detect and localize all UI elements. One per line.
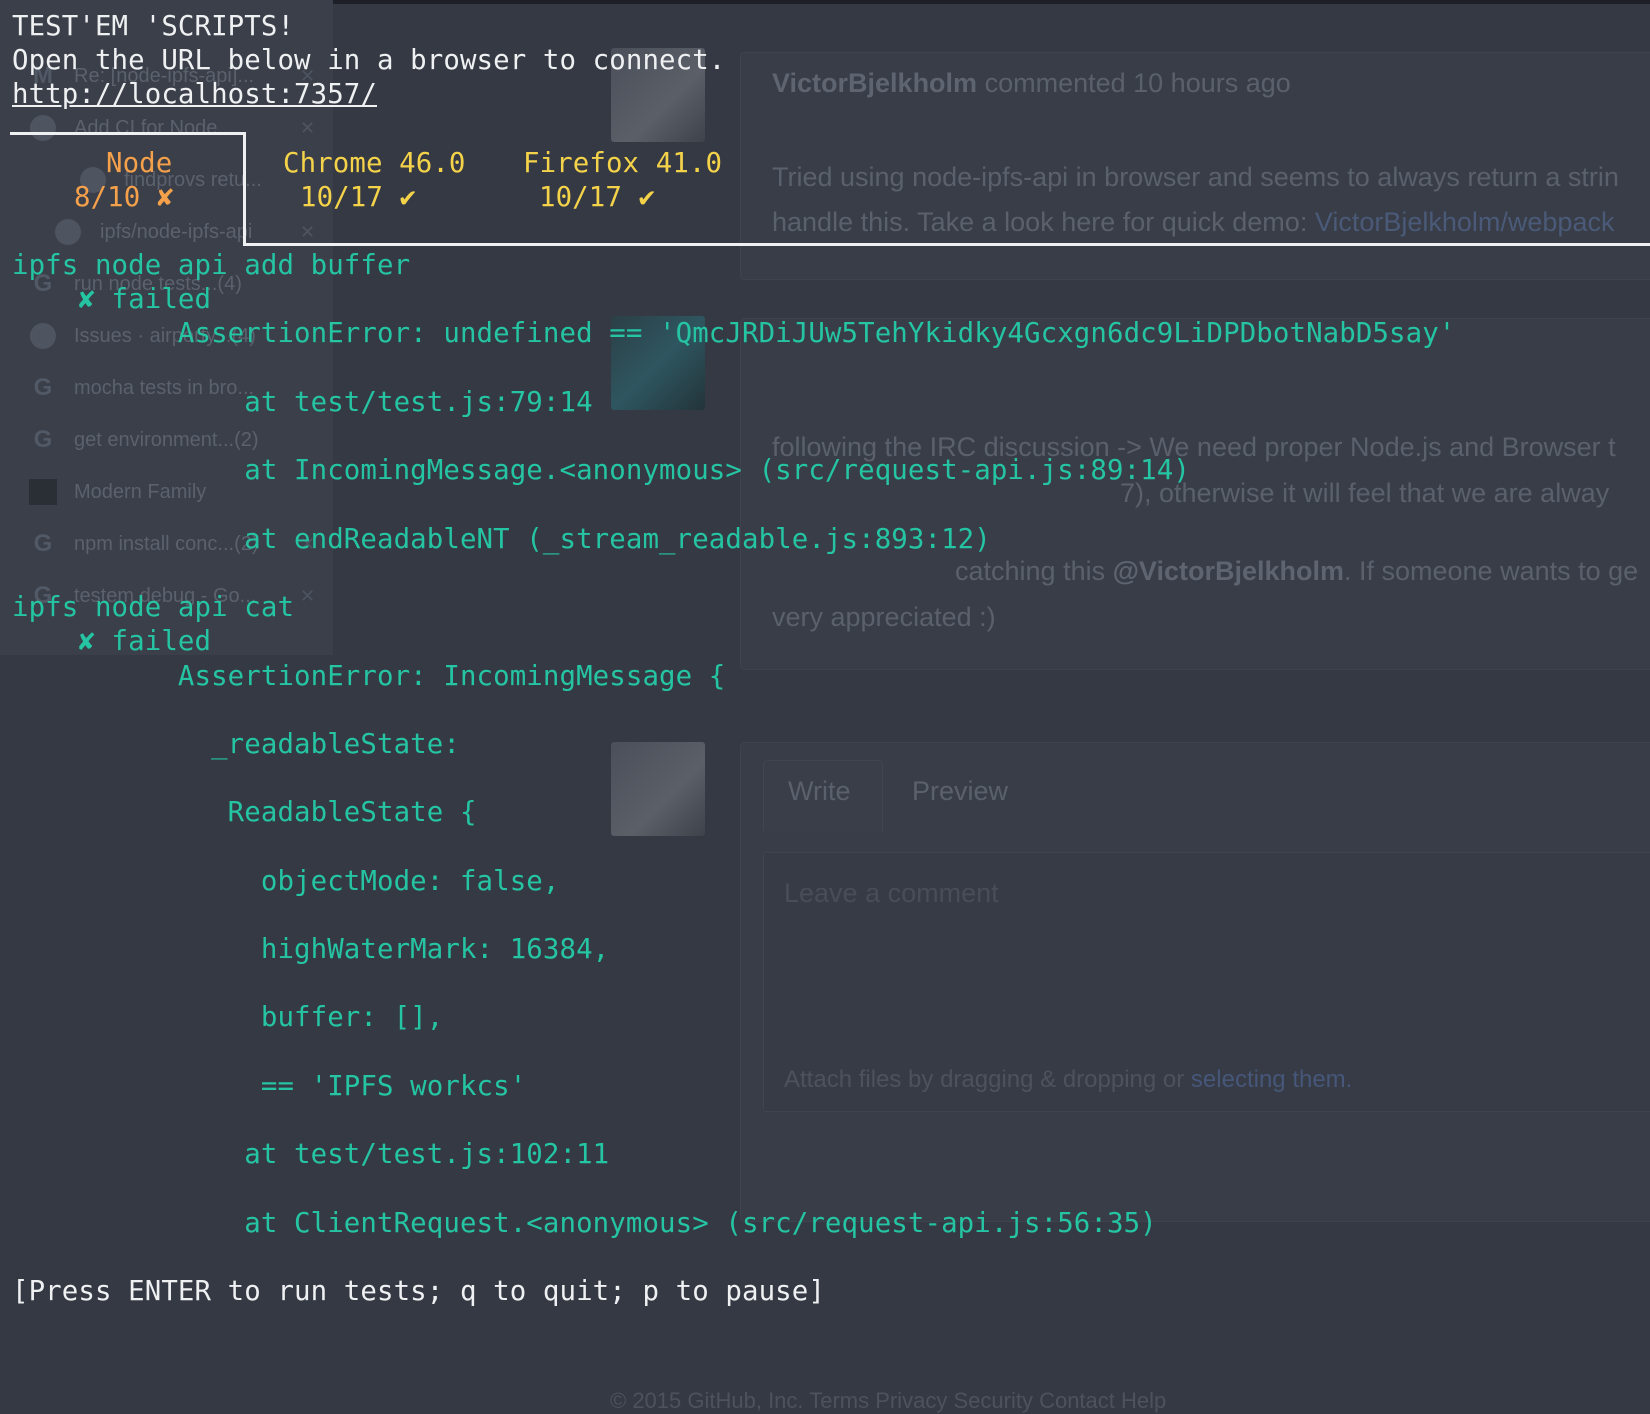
launcher-tab-firefox[interactable]: Firefox 41.0 [523, 147, 722, 181]
error-detail: highWaterMark: 16384, [12, 934, 610, 965]
stack-frame: at endReadableNT (_stream_readable.js:89… [12, 524, 991, 555]
error-detail: ReadableState { [12, 797, 477, 828]
comment-text: handle this. Take a look here for quick … [772, 207, 1615, 237]
comment-text: very appreciated :) [772, 602, 996, 632]
tab-frame-top [10, 132, 246, 135]
tab-frame-bottom [243, 243, 1650, 246]
test-suite-name: ipfs node api add buffer [12, 250, 411, 281]
server-url[interactable]: http://localhost:7357/ [12, 78, 377, 112]
comment-text: catching this @VictorBjelkholm. If someo… [955, 556, 1639, 586]
test-suite-name: ipfs node api cat [12, 592, 295, 623]
error-detail: buffer: [], [12, 1002, 444, 1033]
terminal-title: TEST'EM 'SCRIPTS! [12, 11, 295, 42]
error-message: AssertionError: undefined == 'QmcJRDiJUw… [12, 318, 1456, 349]
comment-header: VictorBjelkholm commented 10 hours ago [772, 68, 1291, 99]
comment-meta: commented 10 hours ago [984, 68, 1291, 98]
close-icon[interactable]: ✕ [300, 118, 315, 139]
launcher-tab-chrome[interactable]: Chrome 46.0 [283, 147, 466, 181]
error-detail: == 'IPFS workcs' [12, 1071, 527, 1102]
comment-author[interactable]: VictorBjelkholm [772, 68, 977, 98]
select-files-link[interactable]: selecting them. [1191, 1066, 1352, 1093]
launcher-result-firefox: 10/17 ✔ [539, 182, 656, 213]
test-status: ✘ failed [12, 284, 212, 315]
stack-frame: at test/test.js:102:11 [12, 1139, 610, 1170]
close-icon[interactable]: ✕ [300, 222, 315, 243]
stack-frame: at test/test.js:79:14 [12, 387, 593, 418]
tab-frame-divider [243, 132, 246, 246]
error-detail: _readableState: [12, 729, 460, 760]
comment-text: Tried using node-ipfs-api in browser and… [772, 162, 1619, 192]
github-icon [29, 114, 57, 142]
tab-write[interactable]: Write [788, 776, 851, 807]
launcher-result-node: 8/10 ✘ [74, 182, 174, 213]
launcher-result-chrome: 10/17 ✔ [300, 182, 417, 213]
avatar[interactable] [611, 742, 705, 836]
comment-text: 7), otherwise it will feel that we are a… [1120, 478, 1610, 508]
tab-preview[interactable]: Preview [912, 776, 1008, 807]
error-message: AssertionError: IncomingMessage { [12, 661, 726, 692]
comment-link[interactable]: VictorBjelkholm/webpack [1315, 207, 1615, 237]
background-browser: M Re: [node-ipfs-api]... ✕ Add CI for No… [0, 0, 1650, 1400]
google-icon: G [33, 426, 53, 453]
error-detail: objectMode: false, [12, 866, 560, 897]
github-icon [54, 218, 82, 246]
stack-frame: at ClientRequest.<anonymous> (src/reques… [12, 1208, 1157, 1239]
user-mention[interactable]: @VictorBjelkholm [1113, 556, 1344, 586]
close-icon[interactable]: ✕ [300, 586, 315, 607]
connect-instruction: Open the URL below in a browser to conne… [12, 45, 726, 76]
attach-hint: Attach files by dragging & dropping or s… [784, 1066, 1353, 1093]
comment-placeholder: Leave a comment [784, 878, 999, 908]
stack-frame: at IncomingMessage.<anonymous> (src/requ… [12, 455, 1190, 486]
launcher-tab-node[interactable]: Node [106, 147, 172, 181]
test-status: ✘ failed [12, 626, 212, 657]
page-footer: © 2015 GitHub, Inc. Terms Privacy Securi… [610, 1388, 1167, 1413]
keyboard-hint: [Press ENTER to run tests; q to quit; p … [12, 1276, 825, 1307]
